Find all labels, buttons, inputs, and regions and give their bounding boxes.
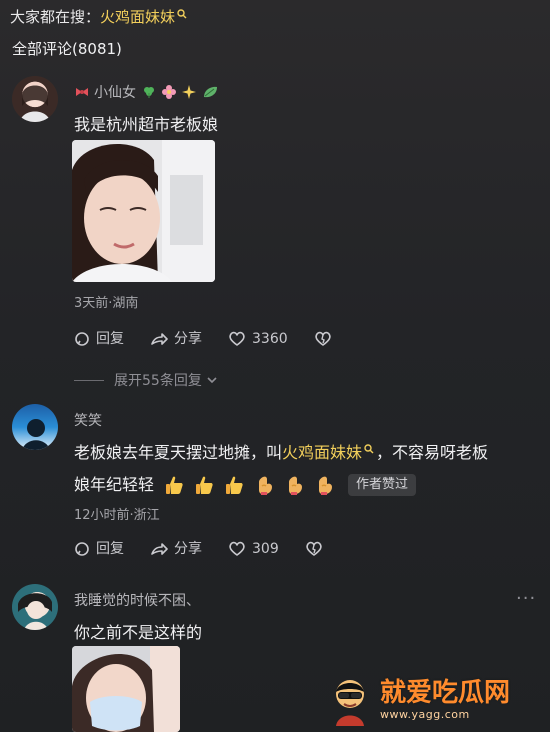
avatar[interactable] <box>12 584 58 630</box>
comment-username[interactable]: 我睡觉的时候不困、 <box>74 590 200 610</box>
like-button[interactable]: 3360 <box>228 330 288 348</box>
more-icon: ··· <box>516 588 537 609</box>
watermark-url: www.yagg.com <box>380 708 470 721</box>
search-suggestion[interactable]: 大家都在搜： 火鸡面妹妹 <box>10 6 187 27</box>
thumbs-up-emoji-icon <box>192 473 216 497</box>
search-icon <box>177 8 187 19</box>
reply-label: 回复 <box>96 331 124 347</box>
comment-image[interactable] <box>72 646 180 732</box>
comment-username[interactable]: 笑笑 <box>74 410 102 430</box>
heart-icon <box>228 541 246 557</box>
like-count: 3360 <box>252 331 288 347</box>
muscle-emoji-icon <box>312 473 336 497</box>
watermark-title: 就爱吃瓜网 <box>380 678 511 708</box>
expand-replies-label: 展开55条回复 <box>114 373 202 389</box>
comment-text-line-1: 老板娘去年夏天摆过地摊，叫 火鸡面妹妹 ，不容易呀老板 <box>74 440 544 466</box>
share-button[interactable]: 分享 <box>150 540 202 558</box>
watermark: 就爱吃瓜网 www.yagg.com <box>326 674 510 726</box>
comment-1-username-row: 小仙女 <box>74 82 218 102</box>
comment-text-part-1: 老板娘去年夏天摆过地摊，叫 <box>74 443 283 462</box>
comment-image[interactable] <box>72 140 215 282</box>
comment-meta: 12小时前·浙江 <box>74 508 160 523</box>
share-icon <box>150 331 168 347</box>
muscle-emoji-icon <box>282 473 306 497</box>
dislike-button[interactable] <box>305 541 323 557</box>
search-term-link[interactable]: 火鸡面妹妹 <box>100 6 175 27</box>
bow-icon <box>74 86 90 98</box>
broken-heart-icon <box>305 541 323 557</box>
expand-replies-button[interactable]: 展开55条回复 <box>74 370 218 390</box>
comment-text: 你之前不是这样的 <box>74 623 203 642</box>
mascot-icon <box>326 674 374 726</box>
comment-username[interactable]: 小仙女 <box>94 82 136 102</box>
thumbs-up-emoji-icon <box>222 473 246 497</box>
muscle-emoji-icon <box>252 473 276 497</box>
watermark-text-block: 就爱吃瓜网 www.yagg.com <box>380 680 510 720</box>
share-button[interactable]: 分享 <box>150 330 202 348</box>
clover-icon <box>142 85 156 99</box>
highlight-link[interactable]: 火鸡面妹妹 <box>282 440 362 466</box>
reply-label: 回复 <box>96 541 124 557</box>
search-icon <box>364 444 374 454</box>
chevron-down-icon <box>206 374 218 386</box>
comment-text-line-2: 娘年纪轻轻 作者赞过 <box>74 472 544 498</box>
comment-actions: 回复 分享 3360 <box>74 330 358 348</box>
comment-text: 我是杭州超市老板娘 <box>74 115 219 134</box>
heart-icon <box>228 331 246 347</box>
like-count: 309 <box>252 541 279 557</box>
leaf-icon <box>202 85 218 99</box>
sparkles-icon <box>182 85 196 99</box>
reply-icon <box>74 331 90 347</box>
comment-text-part-2: ，不容易呀老板 <box>376 443 489 462</box>
reply-button[interactable]: 回复 <box>74 540 124 558</box>
more-options-button[interactable]: ··· <box>516 588 536 609</box>
thumbs-up-emoji-icon <box>162 473 186 497</box>
comment-text: 老板娘去年夏天摆过地摊，叫 火鸡面妹妹 ，不容易呀老板 娘年纪轻轻 作者赞过 <box>74 440 544 498</box>
divider-line <box>74 379 104 381</box>
broken-heart-icon <box>314 331 332 347</box>
like-button[interactable]: 309 <box>228 540 279 558</box>
avatar[interactable] <box>12 404 58 450</box>
comment-actions: 回复 分享 309 <box>74 540 349 558</box>
dislike-button[interactable] <box>314 331 332 347</box>
avatar[interactable] <box>12 76 58 122</box>
comments-count-title: 全部评论(8081) <box>12 40 122 58</box>
comment-text-line-2-text: 娘年纪轻轻 <box>74 475 155 494</box>
share-label: 分享 <box>174 331 202 347</box>
share-label: 分享 <box>174 541 202 557</box>
flower-icon <box>162 85 176 99</box>
reply-icon <box>74 541 90 557</box>
author-liked-badge: 作者赞过 <box>348 474 417 496</box>
share-icon <box>150 541 168 557</box>
comment-meta: 3天前·湖南 <box>74 296 139 311</box>
search-prefix: 大家都在搜： <box>10 8 101 26</box>
reply-button[interactable]: 回复 <box>74 330 124 348</box>
